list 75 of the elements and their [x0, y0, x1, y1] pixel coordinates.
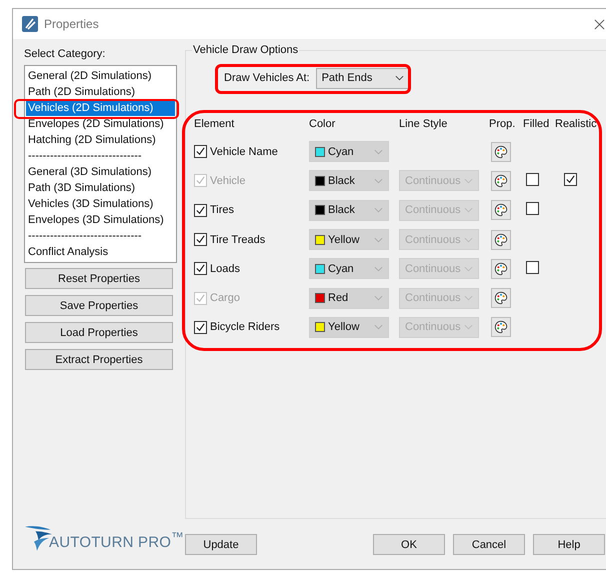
color-dropdown[interactable]: Yellow	[309, 229, 389, 250]
color-dropdown[interactable]: Cyan	[309, 141, 389, 162]
palette-button[interactable]	[491, 170, 511, 191]
filled-checkbox[interactable]	[526, 260, 539, 274]
category-list[interactable]	[24, 65, 177, 263]
column-header: Line Style	[399, 118, 448, 132]
properties-button[interactable]: Reset Properties	[25, 268, 173, 289]
category-item[interactable]: Vehicles (2D Simulations)	[26, 100, 175, 116]
checkbox[interactable]	[194, 320, 207, 334]
category-label: Select Category:	[24, 48, 106, 62]
column-header: Filled	[523, 118, 550, 132]
category-item[interactable]: Path (2D Simulations)	[26, 84, 175, 100]
properties-button[interactable]: Extract Properties	[25, 349, 173, 370]
caret-icon	[464, 324, 473, 330]
category-item[interactable]: Hatching (2D Simulations)	[26, 132, 175, 148]
element-label: Cargo	[210, 292, 240, 304]
category-item[interactable]: General (2D Simulations)	[26, 68, 175, 84]
palette-button[interactable]	[491, 142, 511, 162]
caret-icon	[374, 178, 383, 184]
close-icon[interactable]	[594, 18, 605, 30]
caret-icon	[464, 178, 473, 184]
caret-icon	[464, 236, 473, 243]
group-title: Vehicle Draw Options	[192, 44, 300, 56]
caret-icon	[374, 207, 383, 214]
caret-icon	[464, 295, 473, 302]
app-icon	[22, 16, 38, 32]
window-title: Properties	[44, 17, 99, 31]
caret-icon	[374, 324, 383, 330]
column-header: Color	[309, 118, 336, 132]
separator-line: -------------------------------	[27, 229, 143, 244]
color-dropdown[interactable]: Black	[309, 200, 389, 221]
separator-line: -------------------------------	[27, 149, 143, 164]
category-item[interactable]: Vehicles (3D Simulations)	[26, 196, 175, 212]
element-label: Vehicle Name	[210, 146, 278, 158]
category-item[interactable]: Envelopes (2D Simulations)	[26, 116, 175, 132]
element-label: Tires	[210, 204, 234, 216]
column-header: Element	[194, 118, 236, 132]
category-item[interactable]: Envelopes (3D Simulations)	[26, 212, 175, 228]
draw-at-dropdown[interactable]: Path Ends	[316, 68, 410, 88]
caret-icon	[374, 266, 383, 272]
palette-button[interactable]	[491, 230, 511, 250]
caret-icon	[374, 295, 383, 302]
category-item[interactable]: Conflict Analysis	[26, 244, 175, 260]
palette-button[interactable]	[491, 258, 511, 279]
update-button[interactable]: Update	[185, 534, 257, 555]
checkbox[interactable]	[194, 233, 207, 246]
properties-button[interactable]: Save Properties	[25, 295, 173, 316]
color-dropdown[interactable]: Cyan	[309, 258, 389, 280]
checkbox[interactable]	[194, 204, 207, 217]
draw-at-label: Draw Vehicles At:	[224, 72, 310, 84]
element-label: Vehicle	[210, 174, 246, 187]
dialog-button[interactable]: OK	[373, 534, 445, 555]
properties-button[interactable]: Load Properties	[25, 322, 173, 343]
color-dropdown[interactable]: Yellow	[309, 316, 389, 338]
category-item[interactable]: General (3D Simulations)	[26, 164, 175, 180]
column-header: Prop.	[489, 118, 516, 132]
palette-button[interactable]	[491, 317, 511, 338]
product-logo-text: AUTOTURN PRO$^{™}$	[49, 530, 184, 551]
dialog-button[interactable]: Help	[533, 534, 605, 555]
column-header: Realistic	[555, 118, 598, 132]
caret-icon	[464, 207, 473, 214]
checkbox[interactable]	[194, 262, 207, 276]
filled-checkbox[interactable]	[526, 202, 539, 216]
dialog-button[interactable]: Cancel	[453, 534, 525, 555]
caret-icon	[394, 75, 404, 81]
caret-icon	[374, 148, 383, 155]
palette-button[interactable]	[491, 200, 511, 220]
element-label: Loads	[210, 262, 240, 275]
checkbox[interactable]	[194, 145, 207, 158]
caret-icon	[464, 266, 473, 272]
category-item[interactable]: Path (3D Simulations)	[26, 180, 175, 196]
element-label: Tire Treads	[210, 234, 266, 246]
caret-icon	[374, 236, 383, 243]
palette-button[interactable]	[491, 288, 511, 308]
element-label: Bicycle Riders	[210, 321, 280, 334]
